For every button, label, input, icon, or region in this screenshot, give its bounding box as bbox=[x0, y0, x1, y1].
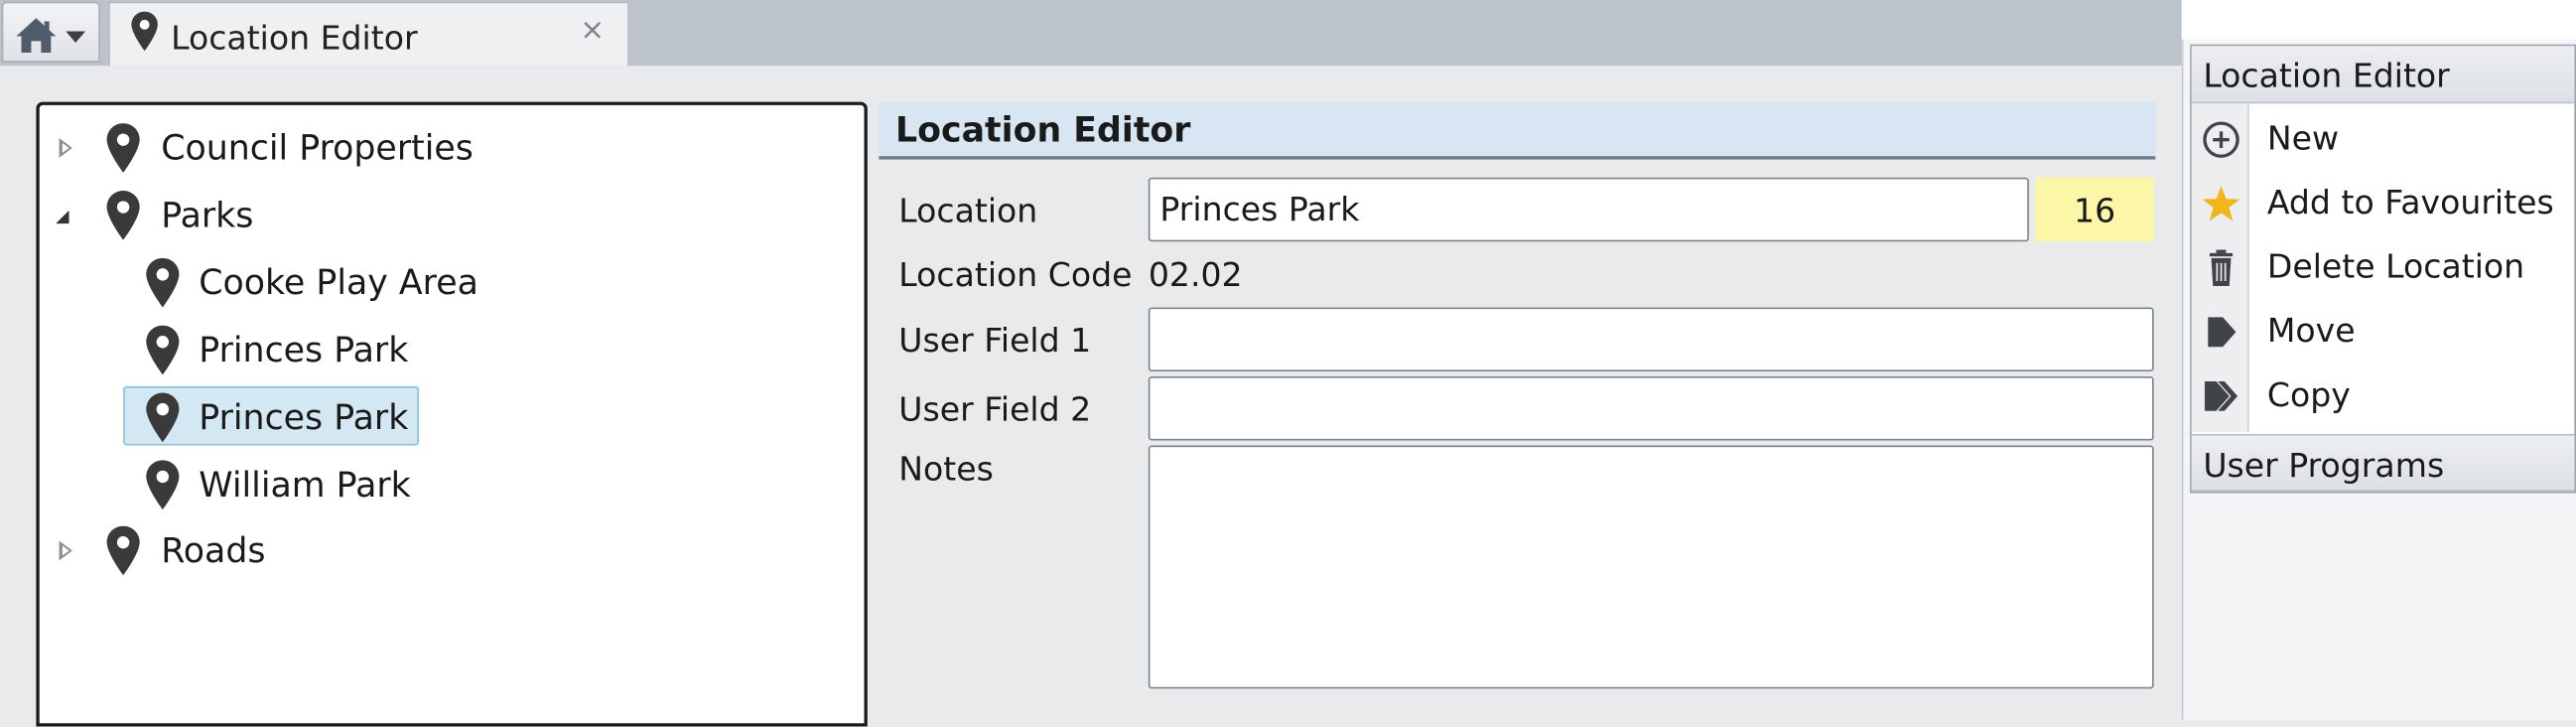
move-label: Move bbox=[2266, 310, 2356, 351]
home-icon bbox=[16, 18, 57, 53]
copy-label: Copy bbox=[2266, 374, 2351, 415]
location-input-value: Princes Park bbox=[1159, 189, 1360, 229]
location-tree[interactable]: Council Properties Parks Cooke Play Area… bbox=[36, 101, 868, 727]
tree-item-roads[interactable]: Roads bbox=[40, 525, 828, 576]
delete-location-label: Delete Location bbox=[2266, 246, 2525, 286]
user-programs-title: User Programs bbox=[2203, 445, 2445, 486]
chevron-down-icon bbox=[66, 31, 86, 44]
actions-section-title: Location Editor bbox=[2203, 56, 2450, 95]
tree-item-parks[interactable]: Parks bbox=[40, 190, 828, 240]
actions-panel-top bbox=[2181, 0, 2576, 40]
plus-circle-icon bbox=[2203, 121, 2239, 158]
add-to-favourites-button[interactable]: Add to Favourites bbox=[2192, 171, 2575, 235]
tab-label: Location Editor bbox=[171, 18, 418, 58]
location-count-badge: 16 bbox=[2035, 177, 2154, 242]
user-field-1-label: User Field 1 bbox=[898, 320, 1092, 361]
user-field-2-input[interactable] bbox=[1148, 375, 2154, 441]
location-pin-icon bbox=[106, 190, 140, 240]
tree-item-label: Council Properties bbox=[161, 128, 474, 168]
editor-title: Location Editor bbox=[894, 109, 1191, 150]
tree-item-william-park[interactable]: William Park bbox=[40, 460, 828, 510]
user-programs-header[interactable]: User Programs bbox=[2191, 433, 2575, 492]
tree-item-princes-park-selected[interactable]: Princes Park bbox=[40, 392, 828, 443]
location-pin-icon bbox=[146, 392, 180, 443]
user-field-1-input[interactable] bbox=[1148, 307, 2154, 372]
location-pin-icon bbox=[146, 325, 180, 375]
copy-button[interactable]: Copy bbox=[2192, 364, 2575, 428]
tree-item-label: Roads bbox=[161, 530, 266, 571]
tree-item-label: William Park bbox=[199, 465, 411, 506]
collapse-arrow-icon[interactable] bbox=[56, 210, 69, 224]
tree-item-label: Parks bbox=[161, 195, 254, 235]
notes-textarea[interactable] bbox=[1148, 445, 2154, 689]
tree-item-label: Cooke Play Area bbox=[199, 262, 478, 303]
tree-item-council-properties[interactable]: Council Properties bbox=[40, 123, 828, 173]
location-pin-icon bbox=[106, 525, 140, 576]
tree-item-princes-park[interactable]: Princes Park bbox=[40, 325, 828, 375]
delete-location-button[interactable]: Delete Location bbox=[2192, 235, 2575, 300]
home-menu-button[interactable] bbox=[1, 1, 100, 63]
star-icon bbox=[2202, 186, 2240, 221]
editor-header: Location Editor bbox=[879, 101, 2156, 160]
expand-arrow-icon[interactable] bbox=[59, 540, 72, 561]
new-button[interactable]: New bbox=[2192, 107, 2575, 172]
actions-section-header[interactable]: Location Editor bbox=[2191, 46, 2575, 104]
actions-box: Location Editor New Add to Favourites De… bbox=[2190, 44, 2576, 494]
notes-label: Notes bbox=[898, 448, 994, 489]
location-input[interactable]: Princes Park bbox=[1148, 177, 2029, 242]
location-code-value: 02.02 bbox=[1148, 254, 1243, 295]
location-pin-icon bbox=[131, 11, 158, 52]
tree-item-label: Princes Park bbox=[199, 397, 409, 438]
add-to-favourites-label: Add to Favourites bbox=[2266, 182, 2554, 222]
tree-item-cooke-play-area[interactable]: Cooke Play Area bbox=[40, 257, 828, 308]
expand-arrow-icon[interactable] bbox=[59, 138, 72, 158]
move-arrow-icon bbox=[2208, 317, 2237, 348]
move-button[interactable]: Move bbox=[2192, 299, 2575, 364]
location-label: Location bbox=[898, 190, 1038, 230]
copy-arrows-icon bbox=[2204, 380, 2238, 411]
location-pin-icon bbox=[106, 123, 140, 173]
location-code-label: Location Code bbox=[898, 254, 1133, 295]
location-count-value: 16 bbox=[2074, 190, 2116, 230]
trash-icon bbox=[2209, 249, 2234, 286]
new-button-label: New bbox=[2266, 118, 2340, 158]
user-field-2-label: User Field 2 bbox=[898, 389, 1092, 429]
tab-close-icon[interactable]: × bbox=[580, 13, 605, 48]
tab-location-editor[interactable]: Location Editor × bbox=[108, 1, 629, 67]
location-pin-icon bbox=[146, 460, 180, 510]
tree-item-label: Princes Park bbox=[199, 330, 409, 370]
location-pin-icon bbox=[146, 257, 180, 308]
